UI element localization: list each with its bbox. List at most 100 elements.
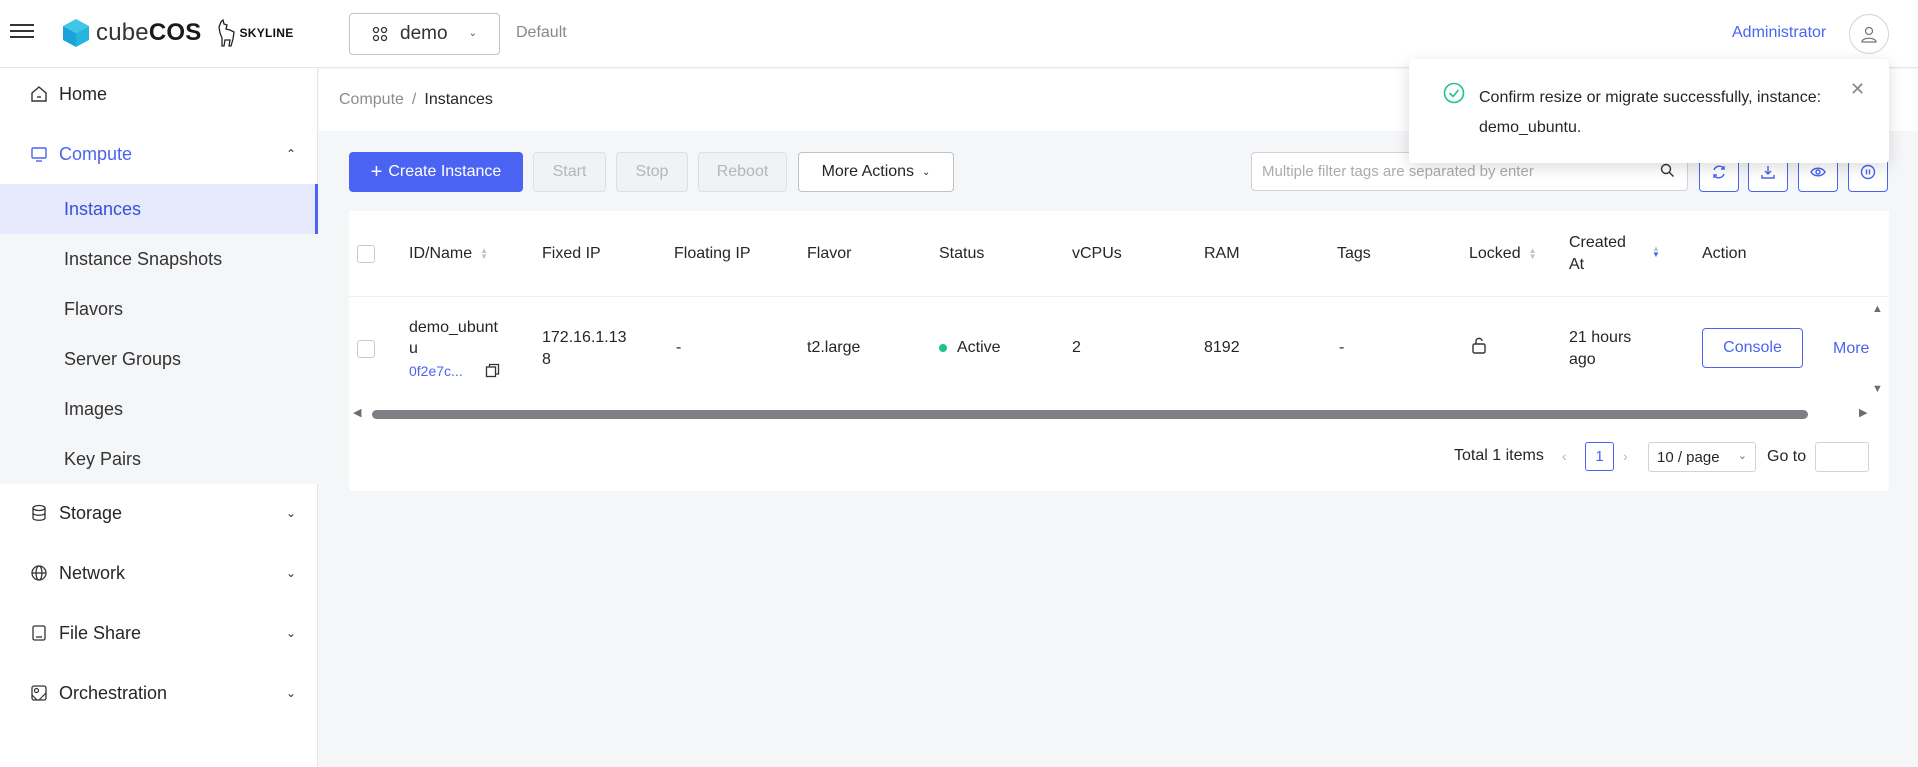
chevron-down-icon: ⌄	[285, 626, 296, 640]
chevron-down-icon: ⌄	[285, 686, 296, 700]
sidebar-item-instances[interactable]: Instances	[0, 184, 318, 234]
skyline-logo: SKYLINE	[215, 19, 293, 47]
scroll-left-arrow-icon[interactable]: ◀	[353, 406, 361, 419]
floating-ip-value: -	[676, 339, 682, 356]
sidebar-item-orchestration[interactable]: Orchestration ⌄	[0, 673, 318, 713]
column-header-locked[interactable]: Locked ▲ ▼	[1469, 211, 1537, 297]
horizontal-scrollbar[interactable]: ◀ ▶	[349, 404, 1889, 424]
notification-message: Confirm resize or migrate successfully, …	[1479, 89, 1822, 136]
create-instance-button[interactable]: + Create Instance	[349, 152, 523, 192]
flavor-value: t2.large	[807, 339, 861, 356]
plus-icon: +	[370, 161, 383, 183]
column-header-vcpus: vCPUs	[1072, 245, 1122, 262]
sidebar-item-images[interactable]: Images	[0, 384, 318, 434]
status-badge: Active	[939, 339, 1001, 357]
sidebar-item-compute[interactable]: Compute ⌃	[0, 134, 318, 174]
check-circle-icon	[1443, 82, 1465, 109]
project-name: demo	[400, 23, 448, 44]
pagination-total: Total 1 items	[1454, 447, 1544, 464]
start-button[interactable]: Start	[533, 152, 606, 192]
table-header: ID/Name ▲ ▼ Fixed IP Floating IP Flavor S…	[349, 211, 1889, 297]
instance-id-link[interactable]: 0f2e7c...	[409, 363, 463, 379]
chevron-down-icon: ⌄	[285, 566, 296, 580]
grid-icon	[372, 26, 388, 42]
status-dot-icon	[939, 343, 947, 352]
avatar[interactable]	[1849, 14, 1889, 54]
domain-label: Default	[516, 24, 567, 41]
chevron-down-icon: ⌄	[285, 506, 296, 520]
breadcrumb: Compute / Instances	[339, 91, 493, 108]
goto-page-input[interactable]	[1815, 442, 1869, 472]
chevron-down-icon: ⌄	[922, 166, 931, 178]
page-number-button[interactable]: 1	[1585, 442, 1614, 471]
search-icon[interactable]	[1660, 163, 1675, 183]
sidebar-item-home[interactable]: Home	[0, 74, 318, 114]
goto-label: Go to	[1767, 448, 1807, 465]
stop-button[interactable]: Stop	[616, 152, 688, 192]
next-page-icon[interactable]: ›	[1623, 448, 1628, 464]
column-header-flavor: Flavor	[807, 245, 852, 262]
unlock-icon	[1471, 336, 1487, 359]
sidebar-item-file-share[interactable]: File Share ⌄	[0, 613, 318, 653]
column-header-fixed-ip: Fixed IP	[542, 245, 601, 262]
column-header-status: Status	[939, 245, 985, 262]
eye-icon	[1810, 167, 1826, 177]
scroll-right-arrow-icon[interactable]: ▶	[1859, 406, 1867, 419]
column-header-id-name[interactable]: ID/Name ▲ ▼	[409, 211, 488, 297]
sidebar-item-storage[interactable]: Storage ⌄	[0, 493, 318, 533]
breadcrumb-instances: Instances	[424, 91, 493, 108]
scroll-up-arrow-icon[interactable]: ▲	[1872, 303, 1883, 315]
chevron-down-icon: ⌄	[468, 28, 477, 39]
top-header: cubeCOS SKYLINE demo ⌄ Default Administr…	[0, 0, 1918, 68]
fixed-ip-value: 172.16.1.13 8	[542, 329, 627, 368]
file-icon	[29, 623, 49, 643]
sort-icon[interactable]: ▲ ▼	[1529, 247, 1537, 261]
chevron-up-icon: ⌃	[285, 147, 296, 161]
page-size-select[interactable]: 10 / page ⌄	[1648, 442, 1756, 472]
sort-icon[interactable]: ▲ ▼	[480, 247, 488, 261]
vcpus-value: 2	[1072, 339, 1081, 356]
column-header-floating-ip: Floating IP	[674, 245, 751, 262]
logo-text: cubeCOS	[96, 19, 202, 46]
prev-page-icon[interactable]: ‹	[1562, 448, 1567, 464]
sidebar: Home Compute ⌃ Instances Instance Snapsh…	[0, 68, 318, 767]
column-header-created-at[interactable]: Created At	[1569, 211, 1626, 297]
user-name-link[interactable]: Administrator	[1732, 24, 1826, 42]
tags-value: -	[1339, 339, 1345, 356]
copy-icon[interactable]	[485, 363, 500, 383]
column-header-ram: RAM	[1204, 245, 1240, 262]
sidebar-item-key-pairs[interactable]: Key Pairs	[0, 434, 318, 484]
refresh-icon	[1713, 165, 1725, 179]
skyline-llama-icon	[218, 19, 236, 47]
pause-icon	[1860, 164, 1876, 180]
ram-value: 8192	[1204, 339, 1240, 356]
home-icon	[29, 84, 49, 104]
row-checkbox[interactable]	[357, 340, 375, 358]
scrollbar-thumb[interactable]	[372, 410, 1808, 419]
project-selector[interactable]: demo ⌄	[349, 13, 500, 55]
cube-logo-icon	[63, 19, 89, 47]
sidebar-item-instance-snapshots[interactable]: Instance Snapshots	[0, 234, 318, 284]
globe-icon	[29, 563, 49, 583]
sidebar-item-flavors[interactable]: Flavors	[0, 284, 318, 334]
orchestration-icon	[29, 683, 49, 703]
instance-name-link[interactable]: demo_ubunt u	[409, 317, 498, 359]
reboot-button[interactable]: Reboot	[698, 152, 787, 192]
download-icon	[1761, 166, 1775, 179]
breadcrumb-compute[interactable]: Compute	[339, 91, 404, 108]
column-header-tags: Tags	[1337, 245, 1371, 262]
menu-toggle-icon[interactable]	[10, 20, 34, 44]
more-actions-button[interactable]: More Actions ⌄	[798, 152, 954, 192]
close-icon[interactable]: ✕	[1850, 79, 1865, 100]
logo[interactable]: cubeCOS SKYLINE	[62, 18, 294, 48]
success-notification: Confirm resize or migrate successfully, …	[1409, 59, 1889, 163]
sidebar-item-network[interactable]: Network ⌄	[0, 553, 318, 593]
more-actions-link[interactable]: More	[1833, 340, 1869, 358]
select-all-checkbox[interactable]	[357, 245, 375, 263]
sidebar-item-server-groups[interactable]: Server Groups	[0, 334, 318, 384]
console-button[interactable]: Console	[1702, 328, 1803, 368]
scroll-down-arrow-icon[interactable]: ▼	[1872, 383, 1883, 395]
database-icon	[29, 503, 49, 523]
chevron-down-icon: ⌄	[1737, 450, 1747, 462]
sort-desc-icon[interactable]: ▲ ▼	[1652, 245, 1660, 259]
